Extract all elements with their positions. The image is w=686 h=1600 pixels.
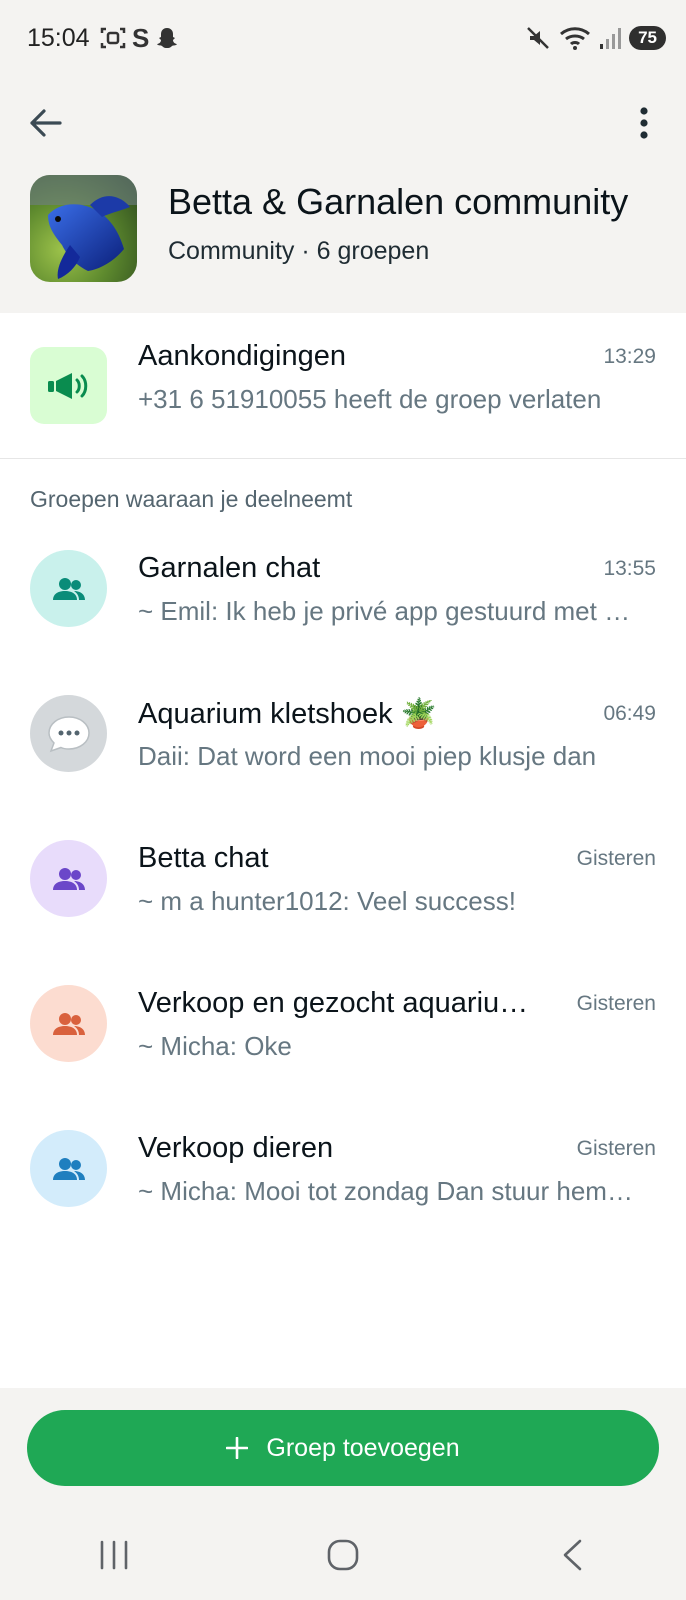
more-vertical-icon [640, 107, 648, 139]
snapchat-icon [157, 28, 178, 48]
home-button[interactable] [303, 1525, 383, 1585]
group-title: Aquarium kletshoek 🪴 [138, 698, 437, 730]
group-avatar [30, 840, 107, 917]
group-avatar [30, 1130, 107, 1207]
group-preview: ~ Emil: Ik heb je privé app gestuurd met… [138, 596, 640, 626]
betta-fish-image [30, 175, 137, 282]
community-subtitle: Community · 6 groepen [168, 237, 430, 265]
people-icon [52, 577, 85, 600]
group-avatar [30, 550, 107, 627]
group-title: Garnalen chat [138, 552, 321, 584]
group-row-aquarium-kletshoek[interactable]: Aquarium kletshoek 🪴 06:49 Daii: Dat wor… [0, 677, 686, 822]
group-avatar [30, 695, 107, 772]
recent-apps-icon [101, 1540, 128, 1570]
announcements-preview: +31 6 51910055 heeft de groep verlaten [138, 384, 602, 414]
screenshot-icon [100, 27, 126, 49]
status-notification-icons: S [100, 24, 179, 52]
announcements-title: Aankondigingen [138, 340, 347, 372]
group-preview: ~ Micha: Mooi tot zondag Dan stuur hem d… [138, 1176, 640, 1206]
group-row-betta-chat[interactable]: Betta chat Gisteren ~ m a hunter1012: Ve… [0, 822, 686, 967]
speech-bubble-icon [47, 715, 90, 752]
megaphone-icon [47, 372, 87, 399]
signal-icon [600, 28, 622, 49]
add-group-label: Groep toevoegen [266, 1433, 460, 1462]
group-row-verkoop-dieren[interactable]: Verkoop dieren Gisteren ~ Micha: Mooi to… [0, 1112, 686, 1257]
plus-icon [226, 1437, 249, 1459]
back-chevron-icon [563, 1539, 581, 1571]
people-icon [52, 867, 85, 890]
group-title: Betta chat [138, 842, 269, 874]
group-title: Verkoop en gezocht aquarium spullen [138, 987, 550, 1019]
back-arrow-icon [30, 109, 62, 137]
mute-icon [527, 27, 549, 49]
people-icon [52, 1157, 85, 1180]
announcements-avatar [30, 347, 107, 424]
group-time: 13:55 [603, 557, 656, 580]
status-time: 15:04 [27, 24, 90, 52]
footer: Groep toevoegen [0, 1388, 686, 1510]
group-row-garnalen-chat[interactable]: Garnalen chat 13:55 ~ Emil: Ik heb je pr… [0, 532, 686, 677]
community-title: Betta & Garnalen community [168, 181, 629, 222]
more-options-button[interactable] [624, 100, 664, 146]
group-preview: ~ m a hunter1012: Veel success! [138, 886, 516, 916]
system-nav-bar [0, 1510, 686, 1600]
section-label: Groepen waaraan je deelneemt [30, 486, 353, 512]
add-group-button[interactable]: Groep toevoegen [27, 1410, 659, 1486]
home-icon [327, 1539, 359, 1571]
community-header: Betta & Garnalen community Community · 6… [0, 78, 686, 313]
status-system-icons: 75 [525, 24, 666, 52]
group-row-verkoop-en-gezocht[interactable]: Verkoop en gezocht aquarium spullen Gist… [0, 967, 686, 1112]
wifi-icon [560, 27, 591, 50]
announcements-time: 13:29 [603, 345, 656, 368]
battery-indicator: 75 [629, 26, 666, 50]
system-back-button[interactable] [532, 1525, 612, 1585]
group-time: Gisteren [576, 992, 656, 1015]
group-title: Verkoop dieren [138, 1132, 334, 1164]
group-time: Gisteren [576, 847, 656, 870]
group-preview: Daii: Dat word een mooi piep klusje dan [138, 741, 597, 771]
back-button[interactable] [22, 100, 68, 146]
group-time: Gisteren [576, 1137, 656, 1160]
group-time: 06:49 [603, 702, 656, 725]
recent-apps-button[interactable] [74, 1525, 154, 1585]
community-avatar[interactable] [30, 175, 137, 282]
people-icon [52, 1012, 85, 1035]
group-preview: ~ Micha: Oke [138, 1031, 292, 1061]
status-bar: 15:04 S 75 [0, 0, 686, 78]
group-avatar [30, 985, 107, 1062]
skype-icon: S [132, 23, 150, 53]
announcements-row[interactable]: Aankondigingen 13:29 +31 6 51910055 heef… [0, 313, 686, 459]
